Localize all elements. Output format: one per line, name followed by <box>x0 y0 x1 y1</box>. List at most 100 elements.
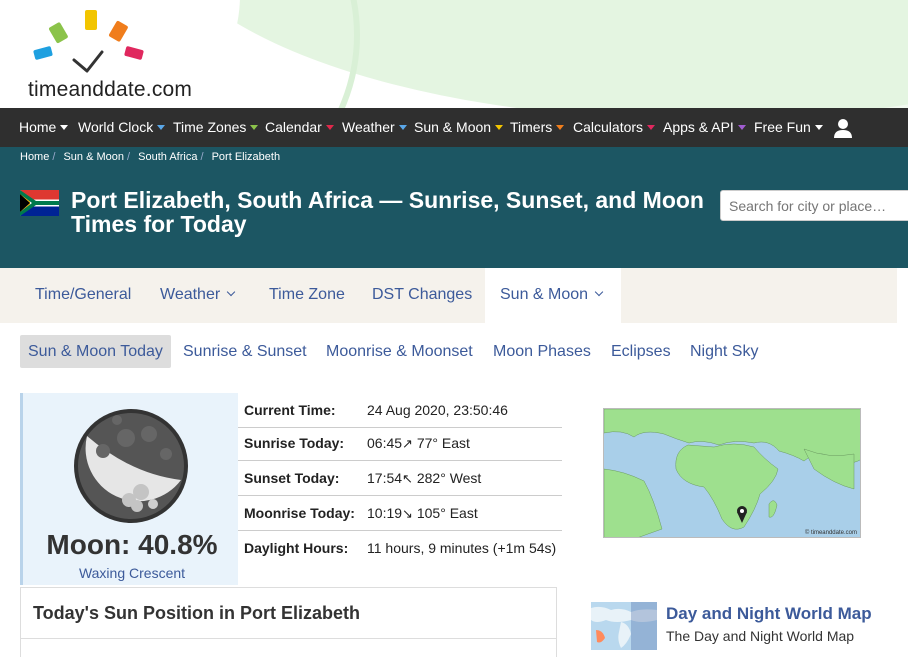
subtab-sun-moon-today[interactable]: Sun & Moon Today <box>20 335 171 368</box>
arrow-up-right-icon: ↗ <box>402 436 413 451</box>
info-label: Moonrise Today: <box>244 505 355 521</box>
breadcrumb-city[interactable]: Port Elizabeth <box>212 151 280 163</box>
nav-home[interactable]: Home <box>19 108 69 147</box>
caret-down-icon <box>325 125 334 130</box>
subtab-sunrise-sunset[interactable]: Sunrise & Sunset <box>183 335 307 368</box>
subtab-eclipses[interactable]: Eclipses <box>611 335 671 368</box>
search-input[interactable] <box>720 190 908 221</box>
breadcrumb-separator: / <box>52 151 56 163</box>
caret-down-icon <box>60 125 69 130</box>
sun-position-heading: Today's Sun Position in Port Elizabeth <box>33 603 360 623</box>
tab-label: Time Zone <box>269 286 345 303</box>
moonrise-time: 10:19 <box>367 505 403 521</box>
info-row-current-time: Current Time: 24 Aug 2020, 23:50:46 <box>238 393 562 428</box>
nav-sun-moon[interactable]: Sun & Moon <box>414 108 504 147</box>
nav-label: Weather <box>342 119 395 135</box>
main-tabs: Time/General Weather Time Zone DST Chang… <box>0 268 897 323</box>
nav-label: Timers <box>510 119 553 135</box>
info-label: Sunrise Today: <box>244 435 345 451</box>
info-row-sunset: Sunset Today: 17:54↖ 282° West <box>238 461 562 496</box>
breadcrumb-country[interactable]: South Africa <box>138 151 197 163</box>
nav-weather[interactable]: Weather <box>342 108 407 147</box>
nav-label: Home <box>19 119 57 135</box>
info-row-daylight: Daylight Hours: 11 hours, 9 minutes (+1m… <box>238 531 562 566</box>
nav-label: Free Fun <box>754 119 811 135</box>
chevron-down-icon <box>594 287 604 297</box>
site-header: timeanddate.com <box>0 0 908 108</box>
arrow-down-right-icon: ↘ <box>402 506 413 521</box>
breadcrumb-sun-moon[interactable]: Sun & Moon <box>63 151 124 163</box>
info-label: Daylight Hours: <box>244 540 349 556</box>
nav-timers[interactable]: Timers <box>510 108 565 147</box>
info-value: 17:54↖ 282° West <box>367 470 481 487</box>
page-title: Port Elizabeth, South Africa — Sunrise, … <box>71 187 704 237</box>
nav-label: Time Zones <box>173 119 247 135</box>
caret-down-icon <box>737 125 746 130</box>
caret-down-icon <box>647 125 656 130</box>
caret-down-icon <box>250 125 259 130</box>
moon-phase-link[interactable]: Waxing Crescent <box>23 565 241 581</box>
nav-calendar[interactable]: Calendar <box>265 108 334 147</box>
title-band: Port Elizabeth, South Africa — Sunrise, … <box>0 167 908 268</box>
africa-map-image <box>604 409 860 537</box>
tab-time-zone[interactable]: Time Zone <box>269 268 345 323</box>
sunset-time: 17:54 <box>367 470 403 486</box>
main-nav: Home World Clock Time Zones Calendar Wea… <box>0 108 908 147</box>
day-night-map-thumbnail[interactable] <box>591 602 657 650</box>
caret-down-icon <box>556 125 565 130</box>
info-value: 24 Aug 2020, 23:50:46 <box>367 402 508 418</box>
tab-weather[interactable]: Weather <box>160 268 236 323</box>
subtab-night-sky[interactable]: Night Sky <box>690 335 758 368</box>
info-row-sunrise: Sunrise Today: 06:45↗ 77° East <box>238 426 562 461</box>
caret-down-icon <box>495 125 504 130</box>
breadcrumb-separator: / <box>127 151 131 163</box>
breadcrumb-separator: / <box>200 151 204 163</box>
tab-label: Sun & Moon <box>500 286 589 303</box>
breadcrumb-home[interactable]: Home <box>20 151 49 163</box>
breadcrumb: Home / Sun & Moon / South Africa / Port Eli… <box>0 147 908 167</box>
moon-illumination: Moon: 40.8% <box>46 529 218 560</box>
tab-label: Weather <box>160 286 221 303</box>
sunset-direction: 282° West <box>412 470 482 486</box>
nav-label: Calendar <box>265 119 322 135</box>
info-label: Sunset Today: <box>244 470 340 486</box>
subtab-moonrise-moonset[interactable]: Moonrise & Moonset <box>326 335 473 368</box>
user-account-icon[interactable] <box>833 118 853 138</box>
nav-apps-api[interactable]: Apps & API <box>663 108 746 147</box>
tab-dst-changes[interactable]: DST Changes <box>372 268 472 323</box>
map-credit: © timeanddate.com <box>804 530 857 536</box>
chevron-down-icon <box>226 287 236 297</box>
moon-phase-icon <box>74 409 188 523</box>
world-map-image <box>591 602 657 650</box>
info-value: 06:45↗ 77° East <box>367 435 470 452</box>
nav-label: Apps & API <box>663 119 734 135</box>
moonrise-direction: 105° East <box>412 505 478 521</box>
tab-label: Time/General <box>35 286 132 303</box>
info-row-moonrise: Moonrise Today: 10:19↘ 105° East <box>238 496 562 531</box>
nav-free-fun[interactable]: Free Fun <box>754 108 823 147</box>
location-map[interactable]: © timeanddate.com <box>603 408 861 538</box>
clock-logo-icon <box>33 10 144 73</box>
site-logo[interactable]: timeanddate.com <box>28 8 208 103</box>
nav-label: World Clock <box>78 119 154 135</box>
day-night-map-link[interactable]: Day and Night World Map <box>666 604 872 624</box>
caret-down-icon <box>157 125 166 130</box>
sunrise-direction: 77° East <box>412 435 470 451</box>
tab-time-general[interactable]: Time/General <box>35 268 131 323</box>
arrow-up-left-icon: ↖ <box>402 471 413 486</box>
divider <box>21 638 556 639</box>
moon-panel: Moon: 40.8% Waxing Crescent <box>20 393 238 585</box>
caret-down-icon <box>814 125 823 130</box>
nav-calculators[interactable]: Calculators <box>573 108 656 147</box>
info-label: Current Time: <box>244 402 336 418</box>
sunrise-time: 06:45 <box>367 435 403 451</box>
info-value: 11 hours, 9 minutes (+1m 54s) <box>367 540 557 556</box>
nav-world-clock[interactable]: World Clock <box>78 108 166 147</box>
tab-sun-moon[interactable]: Sun & Moon <box>485 268 621 323</box>
tab-label: DST Changes <box>372 286 473 303</box>
nav-time-zones[interactable]: Time Zones <box>173 108 259 147</box>
south-africa-flag-icon <box>20 190 59 216</box>
subtab-moon-phases[interactable]: Moon Phases <box>493 335 591 368</box>
info-value: 10:19↘ 105° East <box>367 505 478 522</box>
logo-text: timeanddate.com <box>28 78 193 101</box>
